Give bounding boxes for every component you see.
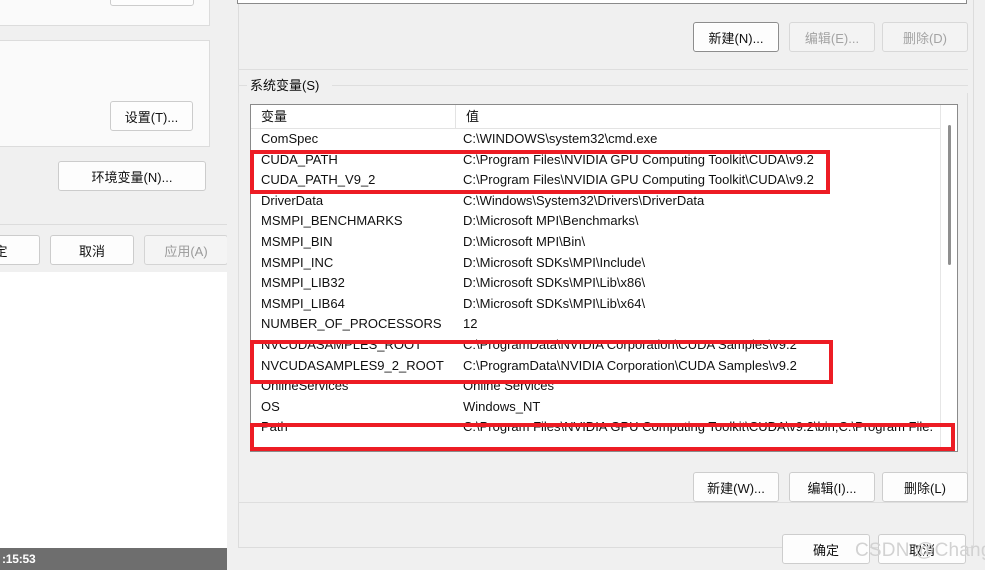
bg-partial-button[interactable] [110,0,194,6]
variable-name-cell: MSMPI_BIN [261,233,333,249]
list-rows-container: ComSpec C:\WINDOWS\system32\cmd.exe CUDA_P… [251,129,939,451]
variable-value-cell: C:\ProgramData\NVIDIA Corporation\CUDA S… [463,357,797,373]
system-variables-list[interactable]: 变量 值 ComSpec C:\WINDOWS\system32\cmd.exe C… [250,104,958,452]
table-row[interactable]: CUDA_PATH C:\Program Files\NVIDIA GPU Com… [251,150,939,171]
variable-name-cell: MSMPI_INC [261,254,334,270]
variable-name-cell: CUDA_PATH_V9_2 [261,172,376,188]
variable-name-cell: NVCUDASAMPLES9_2_ROOT [261,357,444,373]
table-row[interactable]: OnlineServices Online Services [251,376,939,397]
variable-value-cell: C:\Program Files\NVIDIA GPU Computing To… [463,419,933,435]
variable-value-cell: C:\Windows\System32\Drivers\DriverData [463,192,705,208]
bg-desktop-area [0,272,232,548]
variable-value-cell: D:\Microsoft MPI\Benchmarks\ [463,213,639,229]
variable-name-cell: CUDA_PATH [261,151,338,167]
variable-value-cell: 12 [463,316,478,332]
delete-user-variable-button[interactable]: 删除(D) [882,22,968,52]
edit-user-variable-button[interactable]: 编辑(E)... [789,22,875,52]
settings-button[interactable]: 设置(T)... [110,101,193,131]
variable-name-cell: NUMBER_OF_PROCESSORS [261,316,442,332]
delete-system-variable-button[interactable]: 删除(L) [882,472,968,502]
bg-apply-button[interactable]: 应用(A) [144,235,228,265]
variable-value-cell: D:\Microsoft SDKs\MPI\Include\ [463,254,646,270]
environment-variables-button[interactable]: 环境变量(N)... [58,161,206,191]
group-box-line-left [238,85,247,86]
variable-value-cell: C:\Program Files\NVIDIA GPU Computing To… [463,151,814,167]
column-header-value[interactable]: 值 [456,105,936,128]
cancel-button[interactable]: 取消 [878,534,966,564]
new-system-variable-button[interactable]: 新建(W)... [693,472,779,502]
variable-name-cell: Path [261,419,288,435]
variable-name-cell: NVCUDASAMPLES_ROOT [261,336,423,352]
list-vertical-scrollbar[interactable] [940,105,957,451]
section-divider [238,69,968,70]
new-user-variable-button[interactable]: 新建(N)... [693,22,779,52]
variable-name-cell: MSMPI_LIB64 [261,295,345,311]
variable-value-cell: C:\WINDOWS\system32\cmd.exe [463,131,658,146]
variable-name-cell: MSMPI_BENCHMARKS [261,213,403,229]
taskbar-clock[interactable]: :15:53 [0,552,36,566]
variable-value-cell: Online Services [463,378,555,394]
background-system-properties-window: 设置(T)... 环境变量(N)... 定 取消 应用(A) [0,0,233,548]
table-row[interactable]: MSMPI_LIB32 D:\Microsoft SDKs\MPI\Lib\x86… [251,273,939,294]
table-row[interactable]: MSMPI_LIB64 D:\Microsoft SDKs\MPI\Lib\x64… [251,294,939,315]
table-row[interactable]: ComSpec C:\WINDOWS\system32\cmd.exe [251,129,939,150]
list-column-header: 变量 值 [251,105,957,129]
table-row[interactable]: CUDA_PATH_V9_2 C:\Program Files\NVIDIA GP… [251,170,939,191]
column-header-variable[interactable]: 变量 [251,105,456,128]
taskbar: :15:53 [0,548,227,570]
table-row[interactable]: MSMPI_BIN D:\Microsoft MPI\Bin\ [251,232,939,253]
variable-value-cell: D:\Microsoft SDKs\MPI\Lib\x64\ [463,295,646,311]
system-variables-group-label: 系统变量(S) [247,78,325,93]
edit-system-variable-button[interactable]: 编辑(I)... [789,472,875,502]
table-row[interactable]: Path C:\Program Files\NVIDIA GPU Computin… [251,417,939,438]
table-row[interactable]: DriverData C:\Windows\System32\Drivers\Dr… [251,191,939,212]
variable-value-cell: Windows_NT [463,398,541,414]
ok-button[interactable]: 确定 [782,534,870,564]
bg-ok-button[interactable]: 定 [0,235,40,265]
variable-name-cell: MSMPI_LIB32 [261,275,345,291]
variable-name-cell: DriverData [261,192,324,208]
table-row[interactable]: OS Windows_NT [251,397,939,418]
group-box-line-right [332,85,968,86]
variable-value-cell: D:\Microsoft SDKs\MPI\Lib\x86\ [463,275,646,291]
variable-name-cell: ComSpec [261,131,319,146]
table-row[interactable]: MSMPI_BENCHMARKS D:\Microsoft MPI\Benchma… [251,211,939,232]
table-row[interactable]: NVCUDASAMPLES9_2_ROOT C:\ProgramData\NVID… [251,356,939,377]
table-row[interactable]: NVCUDASAMPLES_ROOT C:\ProgramData\NVIDIA … [251,335,939,356]
variable-name-cell: OS [261,398,280,414]
bg-cancel-button[interactable]: 取消 [50,235,134,265]
variable-name-cell: OnlineServices [261,378,349,394]
variable-value-cell: C:\Program Files\NVIDIA GPU Computing To… [463,172,814,188]
user-variables-list[interactable] [237,0,967,4]
variable-value-cell: D:\Microsoft MPI\Bin\ [463,233,586,249]
scrollbar-thumb[interactable] [948,125,951,265]
table-row[interactable]: NUMBER_OF_PROCESSORS 12 [251,314,939,335]
variable-value-cell: C:\ProgramData\NVIDIA Corporation\CUDA S… [463,336,797,352]
table-row[interactable]: MSMPI_INC D:\Microsoft SDKs\MPI\Include\ [251,253,939,274]
